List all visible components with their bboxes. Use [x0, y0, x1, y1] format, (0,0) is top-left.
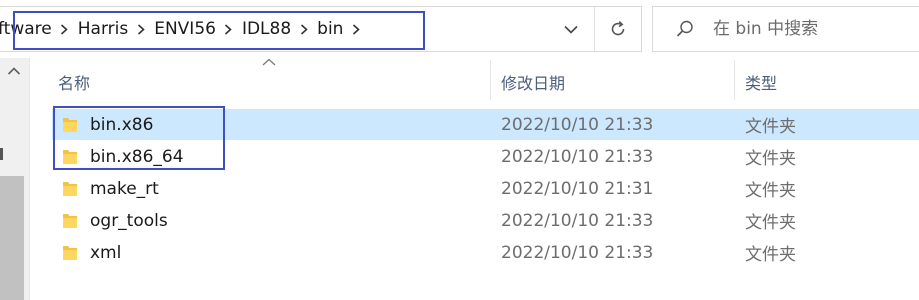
file-type: 文件夹 — [745, 213, 796, 233]
column-divider[interactable] — [490, 60, 491, 100]
address-bar[interactable]: ftware Harris ENVI56 IDL88 bin — [0, 6, 642, 52]
table-row[interactable]: bin.x86_64 2022/10/10 21:33 文件夹 — [52, 141, 919, 172]
file-type: 文件夹 — [745, 149, 796, 169]
folder-icon — [63, 182, 77, 196]
file-name[interactable]: bin.x86_64 — [90, 147, 184, 167]
file-type: 文件夹 — [745, 117, 796, 137]
search-input[interactable] — [713, 19, 913, 39]
breadcrumb[interactable]: ftware Harris ENVI56 IDL88 bin — [0, 7, 369, 51]
table-row[interactable]: bin.x86 2022/10/10 21:33 文件夹 — [52, 109, 919, 140]
file-type: 文件夹 — [745, 245, 796, 265]
breadcrumb-item-idl88[interactable]: IDL88 — [242, 19, 291, 39]
breadcrumb-separator-icon[interactable] — [128, 19, 154, 39]
breadcrumb-separator-icon[interactable] — [216, 19, 242, 39]
table-row[interactable]: make_rt 2022/10/10 21:31 文件夹 — [52, 173, 919, 204]
file-name[interactable]: ogr_tools — [90, 211, 168, 231]
file-name[interactable]: xml — [90, 243, 121, 263]
file-type: 文件夹 — [745, 181, 796, 201]
breadcrumb-item-bin[interactable]: bin — [317, 19, 343, 39]
file-date-modified: 2022/10/10 21:33 — [501, 242, 654, 263]
file-date-modified: 2022/10/10 21:33 — [501, 210, 654, 231]
scrollbar-thumb[interactable] — [0, 176, 24, 300]
sort-ascending-icon — [262, 58, 276, 66]
folder-icon — [63, 118, 77, 132]
table-row[interactable]: xml 2022/10/10 21:33 文件夹 — [52, 237, 919, 268]
file-date-modified: 2022/10/10 21:33 — [501, 146, 654, 167]
search-icon[interactable] — [675, 19, 695, 39]
file-name[interactable]: bin.x86 — [90, 115, 153, 135]
breadcrumb-separator-icon[interactable] — [291, 19, 317, 39]
search-box[interactable] — [652, 6, 919, 52]
column-header-date-modified[interactable]: 修改日期 — [501, 64, 565, 100]
address-dropdown-button[interactable] — [553, 7, 589, 51]
nav-pane-marker — [0, 148, 3, 160]
breadcrumb-item-harris[interactable]: Harris — [78, 19, 128, 39]
breadcrumb-item-envi56[interactable]: ENVI56 — [154, 19, 216, 39]
refresh-icon — [611, 21, 624, 36]
column-divider[interactable] — [734, 60, 735, 100]
table-row[interactable]: ogr_tools 2022/10/10 21:33 文件夹 — [52, 205, 919, 236]
breadcrumb-item-software[interactable]: ftware — [0, 19, 52, 39]
refresh-button[interactable] — [594, 7, 640, 51]
folder-icon — [63, 214, 77, 228]
chevron-down-icon — [564, 25, 578, 34]
breadcrumb-separator-icon[interactable] — [52, 19, 78, 39]
scroll-up-arrow-icon[interactable] — [7, 66, 21, 76]
column-header-type[interactable]: 类型 — [745, 64, 777, 100]
folder-icon — [63, 246, 77, 260]
folder-icon — [63, 150, 77, 164]
file-date-modified: 2022/10/10 21:33 — [501, 114, 654, 135]
file-name[interactable]: make_rt — [90, 179, 159, 199]
breadcrumb-separator-icon[interactable] — [343, 19, 369, 39]
file-date-modified: 2022/10/10 21:31 — [501, 178, 654, 199]
column-header-name[interactable]: 名称 — [58, 64, 90, 100]
